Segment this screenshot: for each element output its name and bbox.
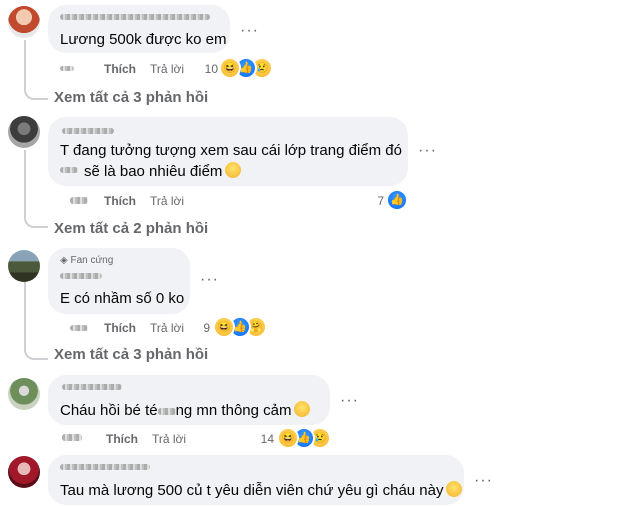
- avatar[interactable]: [8, 378, 40, 410]
- more-options-button[interactable]: ···: [474, 473, 493, 489]
- like-action[interactable]: Thích: [104, 321, 136, 335]
- view-replies-link[interactable]: Xem tất cả 2 phản hồi: [54, 220, 208, 237]
- thread-line: [24, 150, 26, 212]
- haha-icon[interactable]: 😆: [213, 316, 235, 338]
- thread-curve: [24, 210, 48, 228]
- comment-text: E có nhầm số 0 ko: [60, 290, 185, 307]
- author-name[interactable]: [62, 128, 114, 134]
- thread-line: [24, 282, 26, 344]
- thread-line: [24, 40, 26, 84]
- haha-icon[interactable]: 😆: [219, 57, 241, 79]
- author-name[interactable]: [60, 14, 210, 20]
- comment-text: T đang tưởng tượng xem sau cái lớp trang…: [60, 142, 402, 159]
- comment-text: Lương 500k được ko em: [60, 31, 227, 48]
- redacted-text: [157, 407, 176, 415]
- reply-action[interactable]: Trả lời: [150, 194, 184, 208]
- reaction-count[interactable]: 7: [362, 194, 384, 208]
- timestamp[interactable]: [70, 325, 88, 331]
- like-action[interactable]: Thích: [104, 62, 136, 76]
- timestamp[interactable]: [62, 434, 82, 441]
- like-icon[interactable]: 👍: [386, 189, 408, 211]
- avatar[interactable]: [8, 6, 40, 38]
- laughing-emoji-icon: [294, 401, 311, 417]
- more-options-button[interactable]: ···: [200, 272, 219, 288]
- fan-badge: ◈ Fan cứng: [60, 255, 114, 266]
- comment-text: Cháu hồi bé té ng mn thông cảm: [60, 401, 311, 419]
- reaction-count[interactable]: 9: [196, 321, 210, 335]
- more-options-button[interactable]: ···: [418, 143, 437, 159]
- haha-icon[interactable]: 😆: [277, 427, 299, 449]
- timestamp[interactable]: [60, 66, 74, 71]
- avatar[interactable]: [8, 456, 40, 488]
- more-options-button[interactable]: ···: [340, 393, 359, 409]
- author-name[interactable]: [60, 273, 102, 279]
- grimace-emoji-icon: [225, 162, 242, 178]
- view-replies-link[interactable]: Xem tất cả 3 phản hồi: [54, 89, 208, 106]
- view-replies-link[interactable]: Xem tất cả 3 phản hồi: [54, 346, 208, 363]
- author-name[interactable]: [60, 464, 150, 470]
- reply-action[interactable]: Trả lời: [150, 321, 184, 335]
- like-action[interactable]: Thích: [104, 194, 136, 208]
- redacted-text: [60, 167, 78, 173]
- thread-curve: [24, 82, 48, 100]
- like-action[interactable]: Thích: [106, 432, 138, 446]
- timestamp[interactable]: [70, 197, 88, 204]
- more-options-button[interactable]: ···: [240, 23, 259, 39]
- author-name[interactable]: [62, 384, 122, 390]
- reply-action[interactable]: Trả lời: [152, 432, 186, 446]
- avatar[interactable]: [8, 250, 40, 282]
- comment-text: sẽ là bao nhiêu điểm: [84, 162, 242, 180]
- comment-text: Tau mà lương 500 củ t yêu diễn viên chứ …: [60, 481, 463, 499]
- reaction-count[interactable]: 10: [198, 62, 218, 76]
- reaction-count[interactable]: 14: [254, 432, 274, 446]
- reply-action[interactable]: Trả lời: [150, 62, 184, 76]
- smiling-emoji-icon: [446, 481, 463, 497]
- thread-curve: [24, 342, 48, 360]
- avatar[interactable]: [8, 116, 40, 148]
